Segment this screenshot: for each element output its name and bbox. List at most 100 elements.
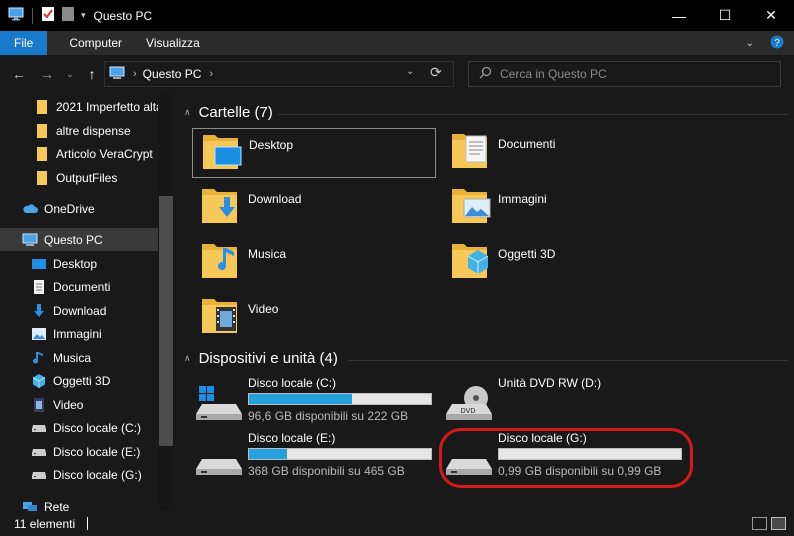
- drive-icon: [31, 467, 47, 483]
- sidebar-item-disco-locale-e[interactable]: Disco locale (E:): [0, 440, 158, 463]
- group-divider: [278, 114, 788, 115]
- devices-group-title: Dispositivi e unità (4): [198, 350, 338, 367]
- drive-tile-e[interactable]: Disco locale (E:) 368 GB disponibili su …: [194, 431, 438, 483]
- folders-group-title: Cartelle (7): [198, 104, 273, 121]
- pictures-folder-icon: [452, 189, 491, 223]
- breadcrumb-chevron-icon[interactable]: ›: [209, 68, 213, 80]
- collapse-chevron-icon[interactable]: ∧: [184, 107, 191, 118]
- customize-dropdown-icon[interactable]: ▾: [81, 10, 86, 21]
- sidebar-item-label: Oggetti 3D: [53, 373, 111, 388]
- sidebar-item-disco-locale-g[interactable]: Disco locale (G:): [0, 463, 158, 486]
- properties-icon[interactable]: [41, 6, 55, 25]
- sidebar-item-2021-imperfetto-alta[interactable]: 2021 Imperfetto alta: [0, 95, 158, 118]
- status-bar: 11 elementi: [0, 511, 794, 536]
- view-switcher: [752, 517, 786, 530]
- drive-usage-bar: [248, 448, 432, 460]
- documents-folder-icon: [452, 134, 487, 168]
- folder-tile-video[interactable]: Video: [192, 293, 436, 343]
- sidebar-item-label: Download: [53, 303, 107, 318]
- devices-group-header[interactable]: ∧ Dispositivi e unità (4): [184, 350, 338, 367]
- drive-icon: [31, 444, 47, 460]
- video-folder-icon: [202, 299, 237, 333]
- sidebar-scrollbar-thumb[interactable]: [159, 196, 173, 446]
- collapse-chevron-icon[interactable]: ∧: [184, 353, 191, 364]
- help-icon[interactable]: ?: [770, 35, 784, 52]
- tab-visualizza[interactable]: Visualizza: [134, 31, 212, 55]
- status-divider: [87, 517, 89, 530]
- folder-tile-label: Download: [248, 192, 302, 206]
- sidebar-item-musica[interactable]: Musica: [0, 346, 158, 369]
- back-arrow-icon[interactable]: ←: [10, 55, 28, 93]
- sidebar-item-articolo-veracrypt[interactable]: Articolo VeraCrypt: [0, 142, 158, 165]
- sidebar-item-label: Immagini: [53, 326, 102, 341]
- sidebar-item-altre-dispense[interactable]: altre dispense: [0, 119, 158, 142]
- tab-computer[interactable]: Computer: [57, 31, 134, 55]
- up-arrow-icon[interactable]: ↑: [84, 55, 100, 93]
- cloud-icon: [22, 201, 38, 217]
- svg-text:?: ?: [774, 38, 780, 49]
- sidebar-item-rete[interactable]: Rete: [0, 495, 158, 511]
- new-folder-icon[interactable]: [61, 6, 75, 25]
- maximize-button[interactable]: ☐: [702, 0, 748, 31]
- address-bar[interactable]: › Questo PC › ⌄ ⟳: [104, 61, 454, 87]
- address-dropdown-icon[interactable]: ⌄: [406, 66, 414, 77]
- folder-tile-desktop[interactable]: Desktop: [192, 128, 436, 178]
- folder-tile-immagini[interactable]: Immagini: [442, 183, 686, 233]
- drive-tile-c[interactable]: Disco locale (C:) 96,6 GB disponibili su…: [194, 376, 438, 428]
- breadcrumb-questo-pc[interactable]: Questo PC: [143, 67, 202, 81]
- tab-file[interactable]: File: [0, 31, 48, 55]
- video-icon: [31, 397, 47, 413]
- drive-name: Disco locale (E:): [248, 431, 336, 445]
- minimize-button[interactable]: —: [656, 0, 702, 31]
- drive-icon: [31, 420, 47, 436]
- close-button[interactable]: ✕: [748, 0, 794, 31]
- folder-tile-download[interactable]: Download: [192, 183, 436, 233]
- sidebar-item-documenti[interactable]: Documenti: [0, 275, 158, 298]
- folders-group-header[interactable]: ∧ Cartelle (7): [184, 104, 273, 121]
- folder-icon: [34, 146, 50, 162]
- folder-tile-oggetti-3d[interactable]: Oggetti 3D: [442, 238, 686, 288]
- refresh-icon[interactable]: ⟳: [430, 64, 442, 81]
- folder-tile-musica[interactable]: Musica: [192, 238, 436, 288]
- search-box[interactable]: [468, 61, 781, 87]
- drive-tile-d[interactable]: DVD Unità DVD RW (D:): [444, 376, 688, 428]
- drive-name: Unità DVD RW (D:): [498, 376, 602, 390]
- sidebar-item-label: OneDrive: [44, 201, 95, 216]
- sidebar-item-oggetti-3d[interactable]: Oggetti 3D: [0, 369, 158, 392]
- recent-locations-chevron-icon[interactable]: ⌄: [64, 55, 76, 93]
- sidebar-item-label: Disco locale (G:): [53, 467, 142, 482]
- group-divider: [348, 360, 788, 361]
- sidebar-item-label: Video: [53, 397, 84, 412]
- sidebar-item-label: OutputFiles: [56, 170, 118, 185]
- sidebar-item-questo-pc[interactable]: Questo PC: [0, 228, 158, 251]
- computer-icon: [22, 232, 38, 248]
- chevron-down-icon[interactable]: ⌄: [746, 38, 754, 49]
- folder-tile-documenti[interactable]: Documenti: [442, 128, 686, 178]
- navigation-pane: 2021 Imperfetto alta altre dispense Arti…: [0, 93, 174, 511]
- sidebar-item-download[interactable]: Download: [0, 299, 158, 322]
- document-icon: [31, 279, 47, 295]
- download-folder-icon: [202, 189, 237, 223]
- drive-usage-bar: [248, 393, 432, 405]
- highlight-annotation: [439, 428, 693, 488]
- music-icon: [31, 350, 47, 366]
- sidebar-item-desktop[interactable]: Desktop: [0, 252, 158, 275]
- sidebar-item-immagini[interactable]: Immagini: [0, 322, 158, 345]
- sidebar-item-label: Disco locale (C:): [53, 420, 142, 435]
- sidebar-item-outputfiles[interactable]: OutputFiles: [0, 166, 158, 189]
- folder-tile-label: Oggetti 3D: [498, 247, 556, 261]
- folder-tile-label: Desktop: [249, 138, 294, 152]
- search-input[interactable]: [500, 67, 760, 81]
- forward-arrow-icon[interactable]: →: [38, 55, 56, 93]
- drive-usage-fill: [249, 449, 288, 459]
- sidebar-item-onedrive[interactable]: OneDrive: [0, 197, 158, 220]
- breadcrumb-separator-icon[interactable]: ›: [133, 68, 137, 80]
- image-icon: [31, 326, 47, 342]
- desktop-icon: [31, 256, 47, 272]
- sidebar-item-video[interactable]: Video: [0, 393, 158, 416]
- drive-free-space: 368 GB disponibili su 465 GB: [248, 464, 405, 478]
- details-view-icon[interactable]: [752, 517, 767, 530]
- sidebar-item-disco-locale-c[interactable]: Disco locale (C:): [0, 416, 158, 439]
- tiles-view-icon[interactable]: [771, 517, 786, 530]
- sidebar-item-label: altre dispense: [56, 123, 131, 138]
